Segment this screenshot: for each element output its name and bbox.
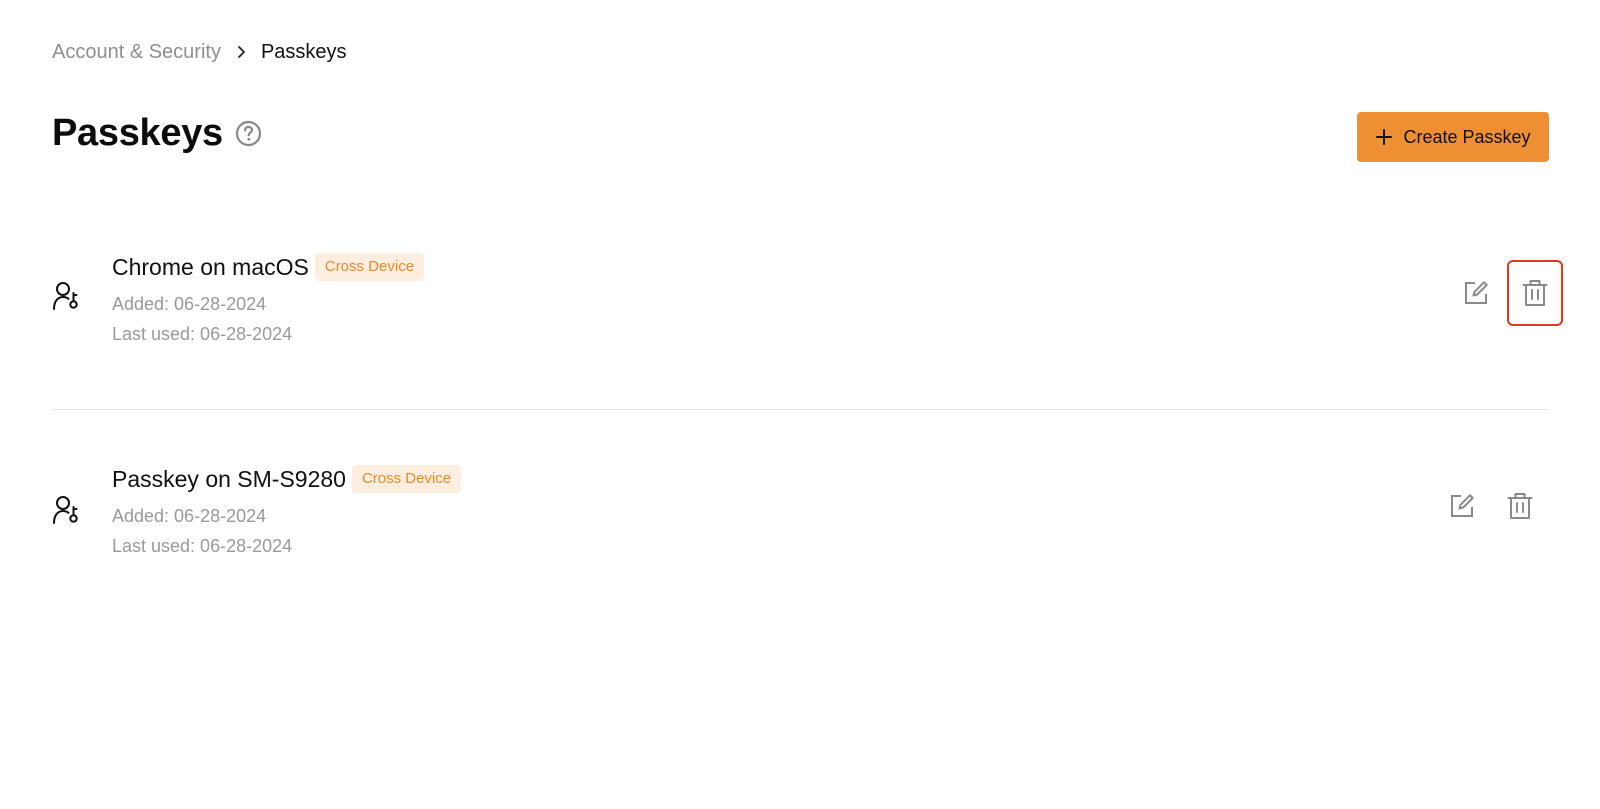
passkey-title-row: Chrome on macOS Cross Device [112,252,425,282]
edit-passkey-button[interactable] [1433,474,1491,538]
delete-passkey-button[interactable] [1491,474,1549,538]
passkey-last-used: Last used: 06-28-2024 [112,536,293,556]
passkey-name: Chrome on macOS [112,254,309,280]
passkeys-page: Account & Security Passkeys Passkeys Cre… [52,0,1563,809]
passkey-actions [1433,474,1549,538]
passkey-item: Passkey on SM-S9280 Cross Device Added: … [52,410,1549,600]
question-circle-icon[interactable] [235,120,262,147]
page-title: Passkeys [52,112,223,154]
page-header: Passkeys [52,110,262,156]
passkey-name: Passkey on SM-S9280 [112,466,346,492]
edit-icon [1465,281,1488,304]
edit-icon [1451,494,1474,517]
passkey-last-used: Last used: 06-28-2024 [112,324,293,344]
breadcrumb: Account & Security Passkeys [52,38,347,66]
chevron-right-icon [221,45,261,59]
passkey-details: Passkey on SM-S9280 Cross Device Added: … [112,464,462,561]
breadcrumb-current: Passkeys [260,41,347,63]
create-passkey-button[interactable]: Create Passkey [1357,112,1549,162]
cross-device-badge: Cross Device [351,465,462,493]
edit-passkey-button[interactable] [1447,261,1505,325]
passkey-item: Chrome on macOS Cross Device Added: 06-2… [52,218,1563,410]
passkey-actions [1447,260,1563,326]
passkey-title-row: Passkey on SM-S9280 Cross Device [112,464,462,494]
trash-icon [1507,493,1533,519]
plus-icon [1375,128,1393,146]
cross-device-badge: Cross Device [314,253,425,281]
delete-passkey-button[interactable] [1507,260,1563,326]
trash-icon [1522,280,1548,306]
passkey-added: Added: 06-28-2024 [112,294,267,314]
user-key-icon [52,280,80,312]
user-key-icon [52,494,80,526]
passkey-details: Chrome on macOS Cross Device Added: 06-2… [112,252,425,349]
create-passkey-label: Create Passkey [1403,126,1531,147]
passkey-list: Chrome on macOS Cross Device Added: 06-2… [52,218,1563,600]
breadcrumb-account-security[interactable]: Account & Security [52,38,221,66]
passkey-added: Added: 06-28-2024 [112,506,267,526]
